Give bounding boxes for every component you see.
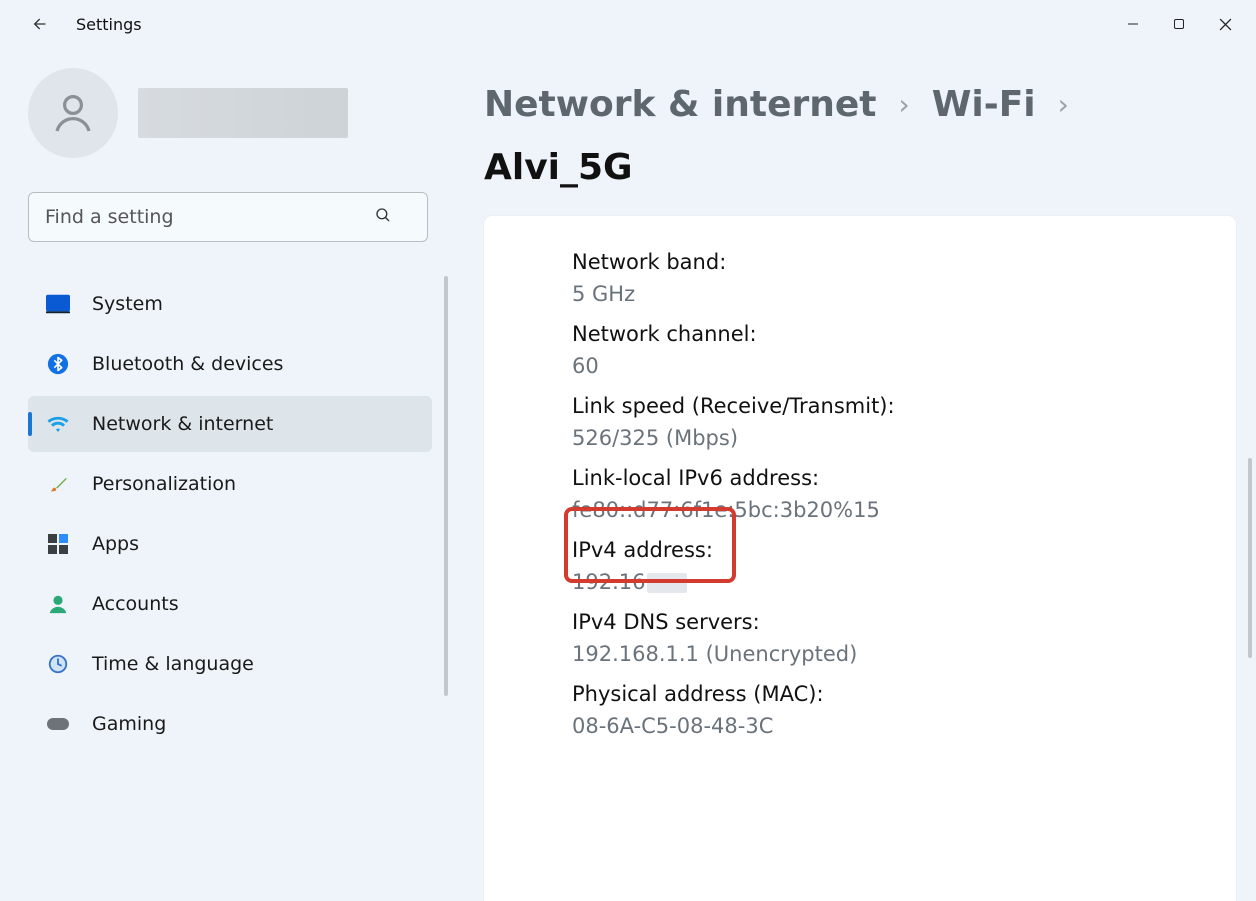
sidebar-item-bluetooth[interactable]: Bluetooth & devices xyxy=(28,336,432,392)
value: 5 GHz xyxy=(572,282,1236,306)
breadcrumb: Network & internet › Wi-Fi › Alvi_5G xyxy=(484,84,1236,188)
value: 192.16 xyxy=(572,570,1236,594)
clock-globe-icon xyxy=(46,652,70,676)
app-title: Settings xyxy=(76,15,142,34)
sidebar-item-label: Apps xyxy=(92,533,139,555)
account-icon xyxy=(46,592,70,616)
maximize-button[interactable] xyxy=(1156,8,1202,40)
apps-icon xyxy=(46,532,70,556)
sidebar-item-time-language[interactable]: Time & language xyxy=(28,636,432,692)
content-area: Network & internet › Wi-Fi › Alvi_5G Net… xyxy=(440,48,1256,769)
label: Link speed (Receive/Transmit): xyxy=(572,394,1236,418)
wifi-icon xyxy=(46,412,70,436)
details-panel: Network band: 5 GHz Network channel: 60 … xyxy=(484,216,1236,901)
profile-block[interactable] xyxy=(28,68,416,158)
sidebar-item-label: Time & language xyxy=(92,653,254,675)
sidebar-item-system[interactable]: System xyxy=(28,276,432,332)
maximize-icon xyxy=(1173,18,1185,30)
account-name-redacted xyxy=(138,88,348,138)
minimize-button[interactable] xyxy=(1110,8,1156,40)
sidebar-item-accounts[interactable]: Accounts xyxy=(28,576,432,632)
label: Link-local IPv6 address: xyxy=(572,466,1236,490)
row-ipv6-link-local: Link-local IPv6 address: fe80::d77:6f1e:… xyxy=(572,466,1236,522)
label: Network channel: xyxy=(572,322,1236,346)
value: 526/325 (Mbps) xyxy=(572,426,1236,450)
value: 192.168.1.1 (Unencrypted) xyxy=(572,642,1236,666)
label: IPv4 address: xyxy=(572,538,1236,562)
sidebar-item-label: Bluetooth & devices xyxy=(92,353,283,375)
minimize-icon xyxy=(1127,18,1139,30)
display-icon xyxy=(46,292,70,316)
breadcrumb-seg-network[interactable]: Network & internet xyxy=(484,84,877,125)
row-mac-address: Physical address (MAC): 08-6A-C5-08-48-3… xyxy=(572,682,1236,738)
label: Physical address (MAC): xyxy=(572,682,1236,706)
avatar xyxy=(28,68,118,158)
bluetooth-icon xyxy=(46,352,70,376)
row-network-channel: Network channel: 60 xyxy=(572,322,1236,378)
row-link-speed: Link speed (Receive/Transmit): 526/325 (… xyxy=(572,394,1236,450)
arrow-left-icon xyxy=(28,14,48,34)
sidebar-item-label: Network & internet xyxy=(92,413,273,435)
paintbrush-icon xyxy=(46,472,70,496)
person-icon xyxy=(49,89,97,137)
ipv4-redacted-tail xyxy=(647,573,687,593)
sidebar-item-gaming[interactable]: Gaming xyxy=(28,696,432,752)
breadcrumb-seg-wifi[interactable]: Wi-Fi xyxy=(932,84,1036,125)
sidebar-item-label: Accounts xyxy=(92,593,179,615)
back-button[interactable] xyxy=(28,14,48,34)
chevron-right-icon: › xyxy=(1058,88,1069,121)
sidebar-item-personalization[interactable]: Personalization xyxy=(28,456,432,512)
sidebar-item-label: Gaming xyxy=(92,713,166,735)
row-ipv4-address: IPv4 address: 192.16 xyxy=(572,538,1236,594)
content-scrollbar[interactable] xyxy=(1248,458,1252,658)
value: 60 xyxy=(572,354,1236,378)
close-icon xyxy=(1219,18,1232,31)
sidebar-item-label: System xyxy=(92,293,163,315)
gamepad-icon xyxy=(46,712,70,736)
row-ipv4-dns: IPv4 DNS servers: 192.168.1.1 (Unencrypt… xyxy=(572,610,1236,666)
nav-list: System Bluetooth & devices Network & int… xyxy=(28,276,432,752)
sidebar-item-label: Personalization xyxy=(92,473,236,495)
sidebar-item-network[interactable]: Network & internet xyxy=(28,396,432,452)
row-network-band: Network band: 5 GHz xyxy=(572,250,1236,306)
window-controls xyxy=(1110,8,1256,40)
label: Network band: xyxy=(572,250,1236,274)
label: IPv4 DNS servers: xyxy=(572,610,1236,634)
chevron-right-icon: › xyxy=(899,88,910,121)
value: fe80::d77:6f1e:5bc:3b20%15 xyxy=(572,498,1236,522)
title-bar: Settings xyxy=(0,0,1256,48)
breadcrumb-seg-current: Alvi_5G xyxy=(484,147,633,188)
close-button[interactable] xyxy=(1202,8,1248,40)
sidebar: System Bluetooth & devices Network & int… xyxy=(0,48,440,769)
search-input[interactable] xyxy=(28,192,428,242)
value: 08-6A-C5-08-48-3C xyxy=(572,714,1236,738)
sidebar-item-apps[interactable]: Apps xyxy=(28,516,432,572)
